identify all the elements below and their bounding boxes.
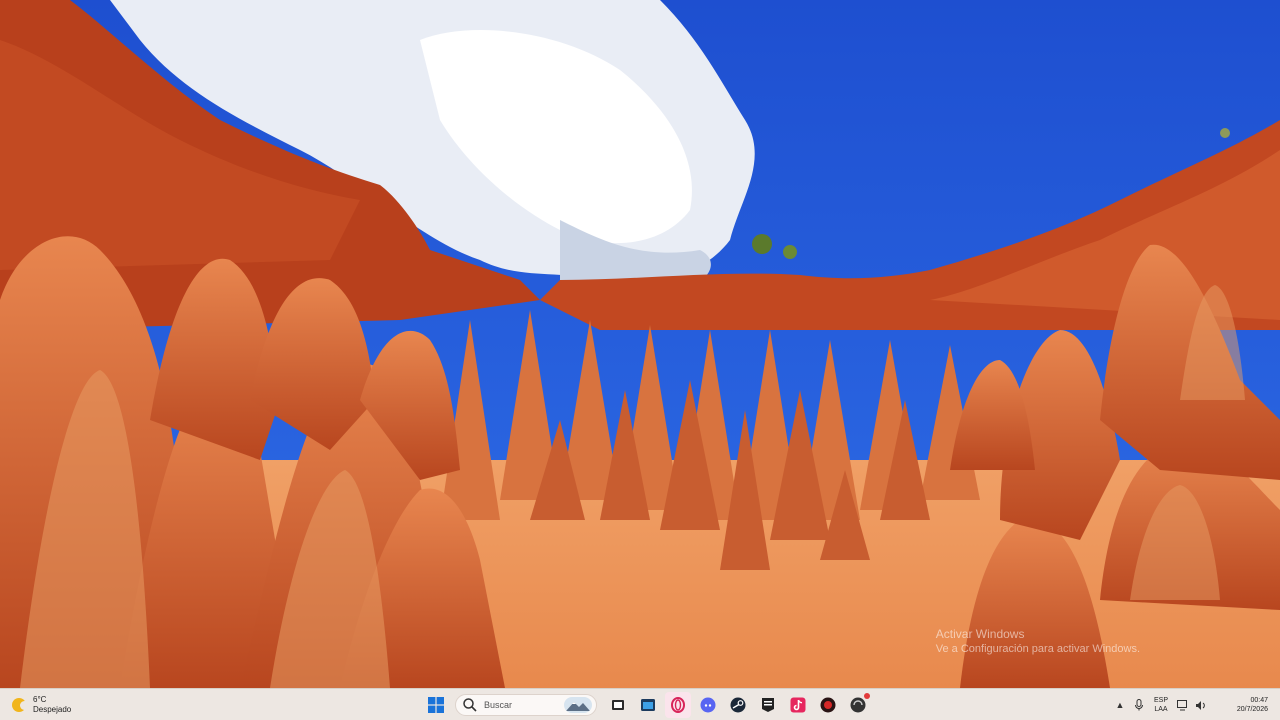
notification-badge: [864, 693, 870, 699]
task-view-button[interactable]: [605, 692, 631, 718]
input-language-indicator[interactable]: ESP LAA: [1148, 696, 1174, 714]
show-hidden-icons-chevron-icon[interactable]: ▲: [1110, 700, 1130, 710]
discord-button[interactable]: [695, 692, 721, 718]
task-view-icon: [612, 700, 624, 710]
folder-icon: [641, 699, 655, 711]
watermark-subtitle: Ve a Configuración para activar Windows.: [935, 643, 1140, 655]
red-circle-app-icon: [820, 697, 836, 713]
steam-icon: [730, 697, 746, 713]
weather-temp: 6°C: [33, 695, 47, 704]
tiktok-icon: [790, 697, 806, 713]
epic-games-button[interactable]: [755, 692, 781, 718]
microphone-icon[interactable]: [1130, 696, 1148, 714]
windows-logo-icon: [428, 697, 444, 713]
search-icon: [463, 698, 477, 712]
file-explorer-button[interactable]: [635, 692, 661, 718]
search-placeholder: Buscar: [484, 700, 513, 710]
red-app-button[interactable]: [815, 692, 841, 718]
clock[interactable]: 00:47 20/7/2026: [1210, 696, 1280, 714]
watermark-title: Activar Windows: [935, 627, 1025, 641]
search-highlight-icon: [564, 697, 592, 713]
epic-games-icon: [762, 698, 774, 712]
dark-app-icon: [850, 697, 866, 713]
search-box[interactable]: Buscar: [455, 694, 597, 716]
partly-sunny-icon: [12, 698, 29, 712]
taskbar-apps: Buscar: [423, 692, 875, 718]
clock-date: 20/7/2026: [1236, 706, 1268, 713]
discord-icon: [700, 697, 716, 713]
weather-widget[interactable]: 6°C Despejado: [12, 693, 71, 717]
volume-icon[interactable]: [1192, 696, 1210, 714]
opera-icon: [671, 697, 685, 713]
tiktok-button[interactable]: [785, 692, 811, 718]
activation-watermark: Activar Windows Ve a Configuración para …: [936, 627, 1140, 657]
system-tray: ▲ ESP LAA 00:47 20/7/2026: [1110, 692, 1280, 718]
clock-time: 00:47: [1250, 697, 1268, 704]
dark-app-button[interactable]: [845, 692, 871, 718]
language-code: ESP: [1153, 697, 1168, 704]
weather-condition: Despejado: [33, 705, 72, 714]
opera-gx-button[interactable]: [665, 692, 691, 718]
keyboard-layout: LAA: [1154, 706, 1168, 713]
weather-text: 6°C Despejado: [33, 695, 71, 715]
network-icon[interactable]: [1174, 696, 1192, 714]
taskbar: 6°C Despejado Buscar ▲ ESP LAA 00:47 20/…: [0, 688, 1280, 720]
start-button[interactable]: [423, 692, 449, 718]
steam-button[interactable]: [725, 692, 751, 718]
desktop-wallpaper: Activar Windows Ve a Configuración para …: [0, 0, 1280, 688]
